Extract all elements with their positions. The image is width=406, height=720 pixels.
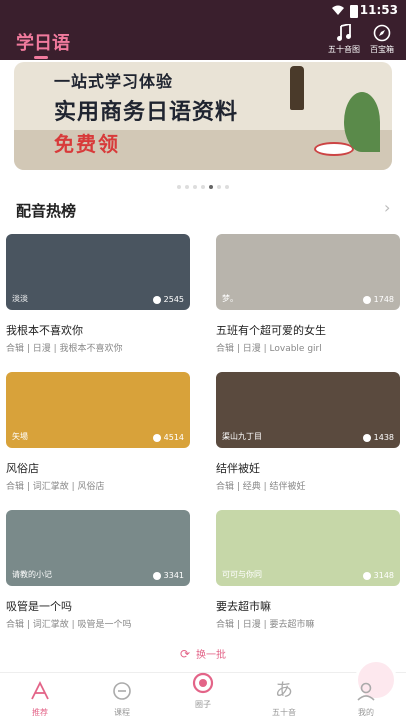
card-title: 结伴被妊 (216, 462, 260, 475)
circle-icon (192, 672, 214, 694)
bottom-tab-bar: 推荐 课程 圈子 あ 五十音 我的 (0, 659, 406, 720)
card-tag: 淡淡 (12, 294, 28, 303)
card-title: 吸管是一个吗 (6, 600, 72, 613)
wifi-icon (332, 5, 344, 15)
toolbox-label: 百宝箱 (370, 45, 394, 54)
tab-label: 推荐 (32, 708, 48, 717)
refresh-batch-button[interactable]: ⟳ 换一批 (0, 646, 406, 661)
card-thumbnail: 渠山九丁目 1438 (216, 372, 400, 448)
play-count: 4514 (152, 433, 184, 442)
title-underline (34, 56, 48, 59)
gojuon-chart-label: 五十音图 (328, 45, 360, 54)
card-title: 要去超市嘛 (216, 600, 271, 613)
tab-course[interactable]: 课程 (92, 673, 152, 720)
carousel-dot[interactable] (193, 184, 197, 189)
play-count: 3148 (362, 571, 394, 580)
card-thumbnail: 请教的小记 3341 (6, 510, 190, 586)
app-header: 学日语 五十音图 百宝箱 (0, 22, 406, 60)
card-subtitle: 合辑 | 日漫 | 我根本不喜欢你 (6, 344, 123, 354)
sake-bottle-illustration (290, 66, 304, 110)
play-count: 3341 (152, 571, 184, 580)
compass-icon (373, 24, 391, 42)
play-count: 1438 (362, 433, 394, 442)
battery-icon (350, 5, 358, 18)
card-thumbnail: 矢場 4514 (6, 372, 190, 448)
card-tag: 可可与你同 (222, 570, 262, 579)
refresh-icon: ⟳ (179, 647, 191, 661)
status-bar: 11:53 (0, 0, 406, 22)
home-icon (31, 680, 49, 700)
card-subtitle: 合辑 | 经典 | 结伴被妊 (216, 482, 306, 492)
card-title: 我根本不喜欢你 (6, 324, 83, 337)
gojuon-chart-button[interactable]: 五十音图 (326, 24, 362, 55)
card-tag: 请教的小记 (12, 570, 52, 579)
card-subtitle: 合辑 | 日漫 | Lovable girl (216, 344, 322, 354)
tab-recommend[interactable]: 推荐 (10, 673, 70, 720)
refresh-label: 换一批 (196, 650, 227, 661)
card-title: 风俗店 (6, 462, 39, 475)
dish-illustration (314, 142, 354, 156)
toolbox-button[interactable]: 百宝箱 (364, 24, 400, 55)
card-subtitle: 合辑 | 词汇掌故 | 吸管是一个吗 (6, 620, 132, 630)
profile-icon (357, 682, 375, 701)
carousel-dot[interactable] (177, 184, 181, 189)
play-icon (362, 295, 371, 304)
play-icon (152, 295, 161, 304)
card-thumbnail: 可可与你同 3148 (216, 510, 400, 586)
tab-label: 课程 (114, 708, 130, 717)
card-subtitle: 合辑 | 日漫 | 要去超市嘛 (216, 620, 315, 630)
promo-banner[interactable]: 一站式学习体验 实用商务日语资料 免费领 (14, 62, 392, 170)
status-time: 11:53 (359, 3, 398, 17)
play-icon (152, 571, 161, 580)
chevron-right-icon[interactable]: › (384, 198, 390, 217)
card-tag: 梦。 (222, 294, 238, 303)
card-thumbnail: 淡淡 2545 (6, 234, 190, 310)
carousel-dot[interactable] (201, 184, 205, 189)
carousel-dot[interactable] (185, 184, 189, 189)
carousel-dot[interactable] (209, 184, 213, 189)
course-icon (113, 682, 131, 700)
card-tag: 矢場 (12, 432, 28, 441)
banner-line3: 免费领 (54, 132, 120, 156)
play-count: 2545 (152, 295, 184, 304)
tab-circle[interactable]: 圈子 (173, 659, 397, 720)
app-title: 学日语 (16, 33, 70, 54)
card-tag: 渠山九丁目 (222, 432, 262, 441)
tab-label: 我的 (358, 708, 374, 717)
tab-label: 圈子 (195, 700, 211, 709)
kana-icon: あ (275, 680, 293, 701)
tab-label: 五十音 (272, 708, 296, 717)
tab-profile[interactable]: 我的 (336, 673, 396, 720)
card-title: 五班有个超可爱的女生 (216, 324, 326, 337)
tab-kana[interactable]: あ 五十音 (254, 673, 314, 720)
play-icon (362, 433, 371, 442)
play-icon (152, 433, 161, 442)
card-thumbnail: 梦。 1748 (216, 234, 400, 310)
banner-line2: 实用商务日语资料 (54, 100, 239, 125)
card-subtitle: 合辑 | 词汇掌故 | 风俗店 (6, 482, 105, 492)
play-icon (362, 571, 371, 580)
section-title: 配音热榜 (16, 202, 77, 220)
carousel-indicator (0, 176, 406, 189)
play-count: 1748 (362, 295, 394, 304)
carousel-dot[interactable] (225, 184, 229, 189)
plant-illustration (344, 92, 380, 152)
carousel-dot[interactable] (217, 184, 221, 189)
banner-line1: 一站式学习体验 (54, 72, 174, 91)
music-note-icon (337, 24, 351, 41)
